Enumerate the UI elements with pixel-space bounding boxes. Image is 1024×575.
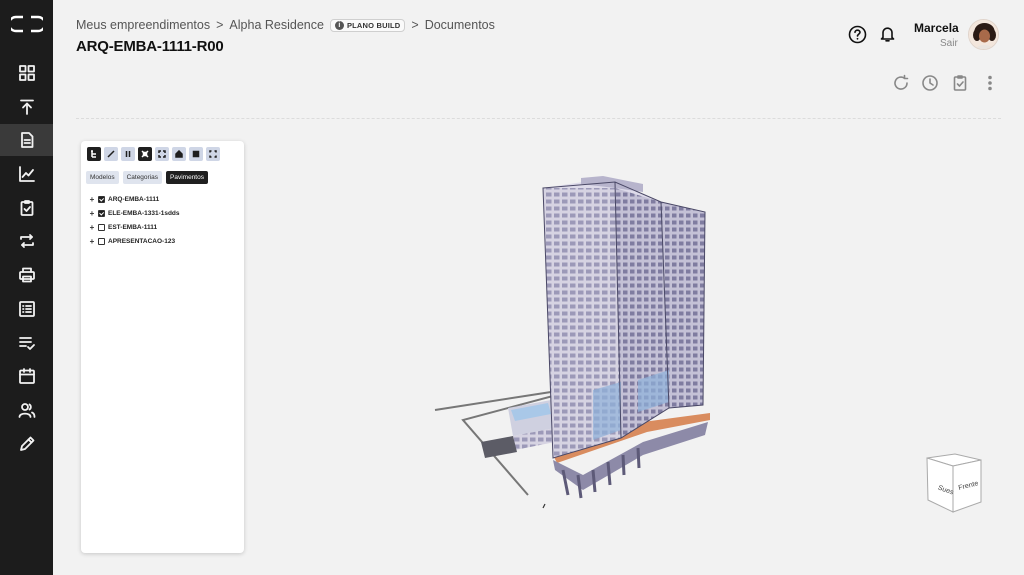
box-tool-button[interactable]	[189, 147, 203, 161]
tree-icon	[91, 150, 96, 158]
nav-sync[interactable]	[0, 225, 53, 257]
breadcrumb-separator: >	[216, 18, 224, 32]
avatar-image	[969, 20, 998, 49]
history-icon	[922, 75, 938, 91]
avatar[interactable]	[968, 19, 999, 50]
breadcrumb-project[interactable]: Alpha Residence	[229, 18, 324, 32]
main-area: Meus empreendimentos > Alpha Residence i…	[53, 0, 1024, 575]
list-icon	[18, 301, 35, 317]
upload-icon	[19, 99, 34, 115]
printer-icon	[18, 267, 35, 283]
tree-item[interactable]: + ELE-EMBA-1331-1sdds	[89, 206, 180, 220]
tree-checkbox[interactable]	[98, 237, 105, 245]
section-tool-button[interactable]	[121, 147, 135, 161]
panel-tabs: Modelos Categorias Pavimentos	[86, 171, 208, 184]
tree-tool-button[interactable]	[87, 147, 101, 161]
nav-cube[interactable]: Sues Frente	[923, 452, 985, 514]
user-name: Marcela	[914, 21, 959, 35]
nav-checklist[interactable]	[0, 192, 53, 224]
breadcrumb: Meus empreendimentos > Alpha Residence i…	[76, 18, 495, 32]
expand-icon[interactable]: +	[89, 209, 95, 218]
expand-icon[interactable]: +	[89, 237, 95, 246]
tree-item[interactable]: + EST-EMBA-1111	[89, 220, 180, 234]
users-icon	[18, 403, 35, 418]
tree-item-label: ARQ-EMBA-1111	[108, 195, 160, 203]
nav-print[interactable]	[0, 259, 53, 291]
tab-categorias[interactable]: Categorias	[122, 171, 163, 184]
chart-icon	[18, 166, 35, 182]
pencil-icon	[19, 436, 34, 451]
clipboard-check-icon	[20, 200, 33, 216]
model-tree-panel: Modelos Categorias Pavimentos + ARQ-EMBA…	[81, 141, 244, 553]
dashboard-icon	[18, 65, 35, 81]
more-button[interactable]	[981, 74, 999, 92]
explode-icon	[141, 150, 149, 158]
breadcrumb-separator: >	[411, 18, 419, 32]
tree-checkbox[interactable]	[98, 195, 105, 203]
tree-item[interactable]: + ARQ-EMBA-1111	[89, 192, 180, 206]
clipboard-check-icon	[953, 75, 967, 91]
fit-icon	[158, 150, 166, 158]
plan-badge: i PLANO BUILD	[329, 18, 406, 32]
tree-item-label: ELE-EMBA-1331-1sdds	[108, 209, 180, 217]
nav-upload[interactable]	[0, 91, 53, 123]
columns-icon	[125, 151, 131, 157]
expand-icon[interactable]: +	[89, 195, 95, 204]
more-vertical-icon	[988, 75, 992, 91]
help-icon[interactable]	[848, 25, 867, 44]
nav-tasks[interactable]	[0, 327, 53, 359]
select-icon	[209, 150, 217, 158]
repeat-icon	[19, 234, 34, 248]
measure-tool-button[interactable]	[104, 147, 118, 161]
tree-checkbox[interactable]	[98, 223, 105, 231]
refresh-button[interactable]	[892, 74, 910, 92]
home-tool-button[interactable]	[172, 147, 186, 161]
nav-list[interactable]	[0, 293, 53, 325]
plan-badge-label: PLANO BUILD	[346, 20, 401, 30]
tree-item-label: APRESENTACAO-123	[108, 237, 176, 245]
refresh-icon	[894, 74, 909, 90]
divider	[76, 118, 1001, 119]
model-tree: + ARQ-EMBA-1111 + ELE-EMBA-1331-1sdds + …	[89, 192, 180, 248]
select-tool-button[interactable]	[206, 147, 220, 161]
expand-icon[interactable]: +	[89, 223, 95, 232]
info-icon: i	[334, 20, 344, 30]
nav-calendar[interactable]	[0, 360, 53, 392]
box-icon	[192, 150, 200, 158]
nav-charts[interactable]	[0, 158, 53, 190]
tree-item-label: EST-EMBA-1111	[108, 223, 158, 231]
calendar-icon	[18, 368, 35, 384]
document-icon	[20, 132, 33, 148]
explode-tool-button[interactable]	[138, 147, 152, 161]
pencil-icon	[107, 150, 115, 158]
nav-documents[interactable]	[0, 124, 53, 156]
logout-link[interactable]: Sair	[940, 38, 958, 49]
nav-dashboard[interactable]	[0, 57, 53, 89]
home-icon	[175, 150, 183, 158]
checklist-icon	[18, 337, 35, 350]
breadcrumb-documents[interactable]: Documentos	[425, 18, 495, 32]
nav-users[interactable]	[0, 394, 53, 426]
page-title: ARQ-EMBA-1111-R00	[76, 38, 224, 55]
app-logo[interactable]	[11, 15, 43, 33]
panel-toolbar	[87, 147, 220, 161]
nav-edit[interactable]	[0, 428, 53, 460]
tree-item[interactable]: + APRESENTACAO-123	[89, 234, 180, 248]
tree-checkbox[interactable]	[98, 209, 105, 217]
tab-modelos[interactable]: Modelos	[86, 171, 119, 184]
tab-pavimentos[interactable]: Pavimentos	[166, 171, 208, 184]
bell-icon[interactable]	[879, 25, 896, 43]
fit-tool-button[interactable]	[155, 147, 169, 161]
building-3d-model[interactable]	[433, 170, 723, 515]
breadcrumb-projects[interactable]: Meus empreendimentos	[76, 18, 210, 32]
sidebar	[0, 0, 53, 575]
approve-button[interactable]	[951, 74, 969, 92]
history-button[interactable]	[921, 74, 939, 92]
